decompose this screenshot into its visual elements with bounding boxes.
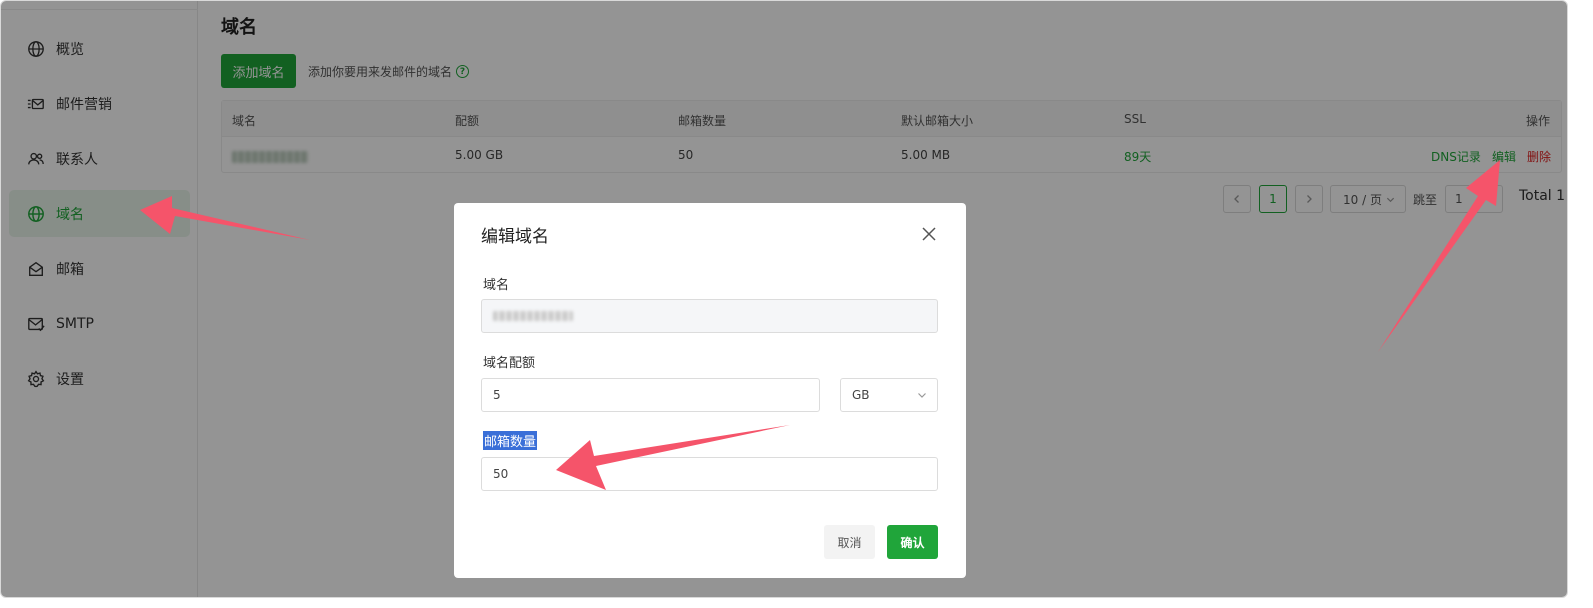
quota-unit-value: GB <box>852 388 870 402</box>
quota-input[interactable]: 5 <box>481 378 820 412</box>
close-icon[interactable] <box>919 224 939 244</box>
chevron-down-icon <box>918 393 926 398</box>
edit-domain-dialog: 编辑域名 域名 域名配额 5 GB 邮箱数量 50 取消 确认 <box>454 203 966 578</box>
domain-field-label: 域名 <box>483 278 510 293</box>
domain-field[interactable] <box>481 299 938 333</box>
dialog-title: 编辑域名 <box>481 227 549 247</box>
cancel-button[interactable]: 取消 <box>824 525 875 559</box>
confirm-button[interactable]: 确认 <box>887 525 938 559</box>
mailbox-count-label: 邮箱数量 <box>483 431 538 450</box>
quota-field-label: 域名配额 <box>483 356 536 371</box>
mailbox-count-input[interactable]: 50 <box>481 457 938 491</box>
app-window: 概览 邮件营销 联系人 域名 邮箱 SMTP 设置 域名 添加域名 添加你要用来… <box>0 0 1568 598</box>
blurred-domain <box>493 311 573 321</box>
quota-unit-select[interactable]: GB <box>840 378 938 412</box>
